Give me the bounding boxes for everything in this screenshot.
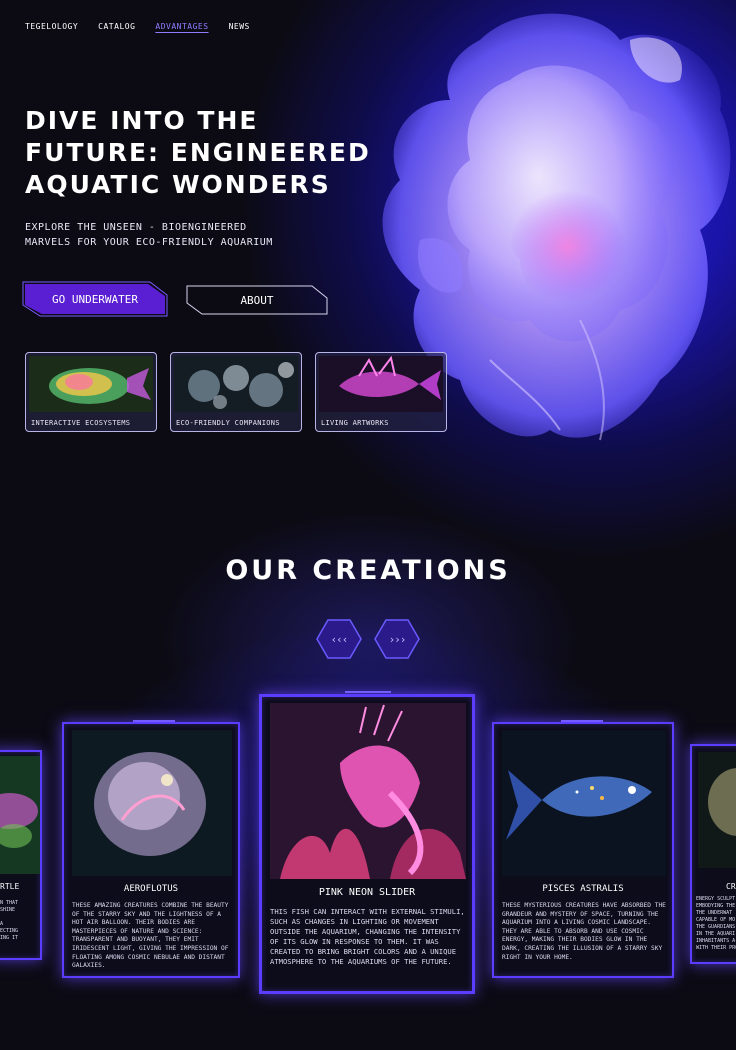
nav-advantages[interactable]: ADVANTAGES <box>155 22 208 31</box>
thumbnail-eco-friendly-companions[interactable]: ECO-FRIENDLY COMPANIONS <box>170 352 302 432</box>
card-name-text: AEROFLOTUS <box>123 884 179 894</box>
landing-page: TEGELOLOGY CATALOG ADVANTAGES NEWS DIVE … <box>0 0 736 1050</box>
hero-subtitle: EXPLORE THE UNSEEN - BIOENGINEERED MARVE… <box>25 220 305 250</box>
hero-subtitle-line: EXPLORE THE UNSEEN - BIOENGINEERED <box>25 222 247 233</box>
creation-card-pisces-astralis[interactable]: PISCES ASTRALIS THESE MYSTERIOUS CREATUR… <box>492 722 674 978</box>
card-description: THESE AMAZING CREATURES COMBINE THE BEAU… <box>72 902 229 970</box>
nav-tegelology[interactable]: TEGELOLOGY <box>25 22 78 31</box>
card-name: PISCES ASTRALIS <box>494 884 672 894</box>
creation-card-pink-neon-slider[interactable]: PINK NEON SLIDER THIS FISH CAN INTERACT … <box>259 694 475 994</box>
about-button-label: ABOUT <box>240 293 274 307</box>
cosmic-fish-image <box>502 730 666 876</box>
neon-fish-image <box>319 356 443 412</box>
hero-title: DIVE INTO THE FUTURE: ENGINEERED AQUATIC… <box>25 105 425 201</box>
creation-card-partial-left[interactable]: RTLE N THAT SHINE A ECTING ING IT <box>0 750 42 960</box>
pink-fish-image <box>270 703 466 879</box>
thumbnail-caption: ECO-FRIENDLY COMPANIONS <box>176 419 280 427</box>
hero-title-line: DIVE INTO THE <box>25 106 259 135</box>
card-description: ENERGY SCULPT EMBODYING THE THE UNDERWAT… <box>696 896 736 951</box>
card-top-accent <box>345 691 391 693</box>
card-description: THIS FISH CAN INTERACT WITH EXTERNAL STI… <box>270 907 465 966</box>
card-description: N THAT SHINE A ECTING ING IT <box>0 900 19 941</box>
glowing-fish-image <box>29 356 153 412</box>
top-nav: TEGELOLOGY CATALOG ADVANTAGES NEWS <box>25 22 250 31</box>
creature-image <box>698 752 736 868</box>
card-name: RTLE <box>0 882 40 891</box>
thumbnail-living-artworks[interactable]: LIVING ARTWORKS <box>315 352 447 432</box>
card-description: THESE MYSTERIOUS CREATURES HAVE ABSORBED… <box>502 902 666 961</box>
hero-subtitle-line: MARVELS FOR YOUR ECO-FRIENDLY AQUARIUM <box>25 237 273 248</box>
chevrons-left-icon: ‹‹‹ <box>330 632 349 646</box>
carousel-prev-button[interactable]: ‹‹‹ <box>316 619 362 659</box>
creation-card-partial-right[interactable]: CR ENERGY SCULPT EMBODYING THE THE UNDER… <box>690 744 736 964</box>
hero-title-line: FUTURE: ENGINEERED <box>25 138 371 167</box>
card-name-text: PISCES ASTRALIS <box>542 884 624 894</box>
card-name: CR <box>692 882 736 891</box>
jellyfish-image <box>72 730 232 876</box>
thumbnail-caption: LIVING ARTWORKS <box>321 419 389 427</box>
feature-thumbnails: INTERACTIVE ECOSYSTEMS ECO-FRIENDLY COMP… <box>25 352 447 432</box>
carousel-next-button[interactable]: ››› <box>374 619 420 659</box>
hero-title-line: AQUATIC WONDERS <box>25 170 331 199</box>
card-name-text: PINK NEON SLIDER <box>318 887 416 898</box>
about-button[interactable]: ABOUT <box>186 285 328 315</box>
turtle-image <box>0 756 40 874</box>
thumbnail-interactive-ecosystems[interactable]: INTERACTIVE ECOSYSTEMS <box>25 352 157 432</box>
bubble-creatures-image <box>174 356 298 412</box>
go-underwater-button[interactable]: GO UNDERWATER <box>25 284 165 314</box>
creations-title: OUR CREATIONS <box>225 555 511 586</box>
chevrons-right-icon: ››› <box>388 632 407 646</box>
card-name: AEROFLOTUS <box>64 884 238 894</box>
nav-news[interactable]: NEWS <box>229 22 250 31</box>
card-name: PINK NEON SLIDER <box>262 887 472 898</box>
nav-catalog[interactable]: CATALOG <box>98 22 135 31</box>
creation-card-aeroflotus[interactable]: AEROFLOTUS THESE AMAZING CREATURES COMBI… <box>62 722 240 978</box>
thumbnail-caption: INTERACTIVE ECOSYSTEMS <box>31 419 131 427</box>
